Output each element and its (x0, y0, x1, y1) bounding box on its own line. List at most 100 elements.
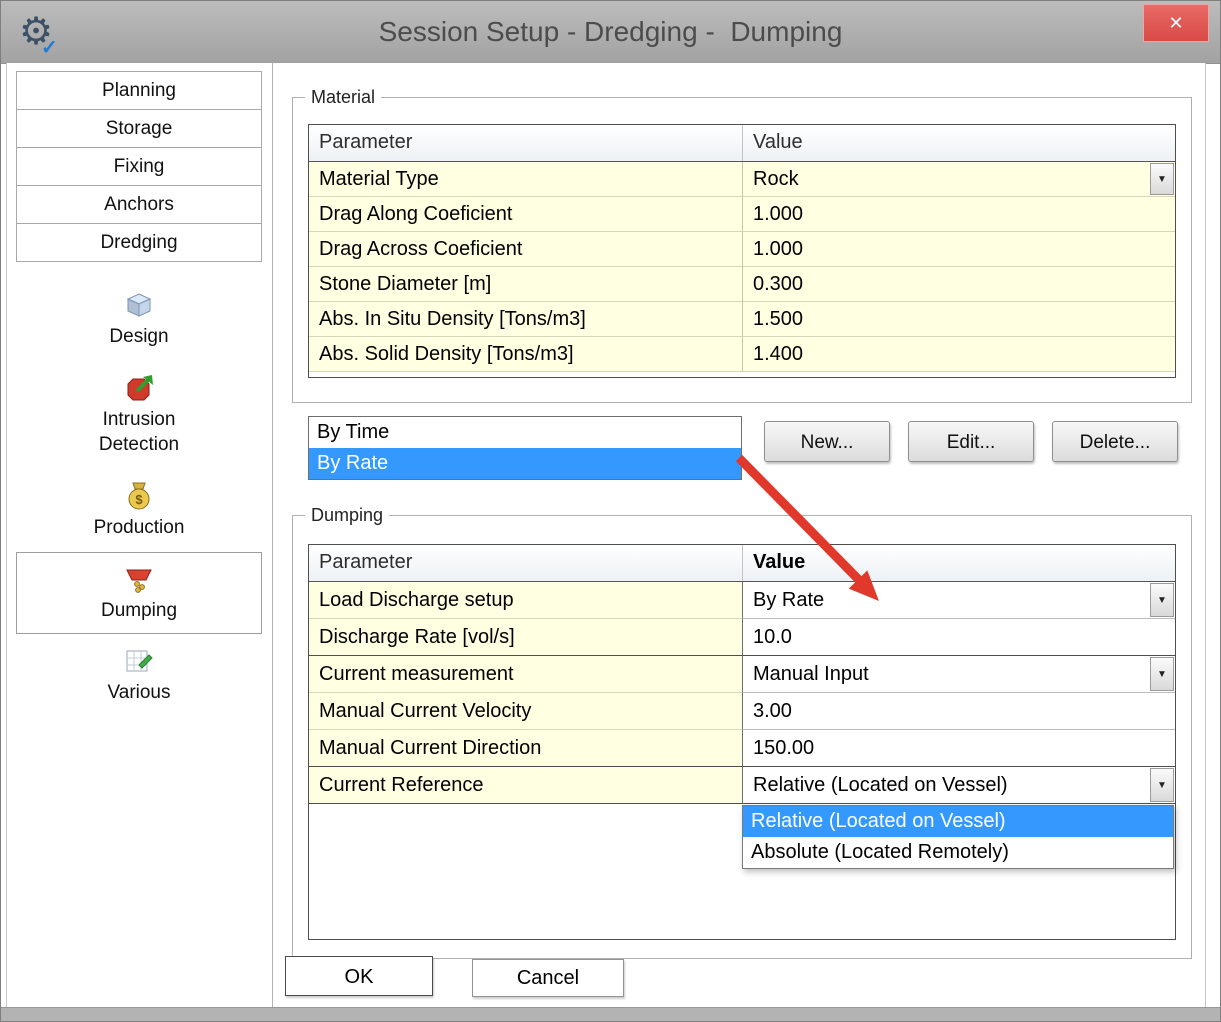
option-absolute-located-remotely[interactable]: Absolute (Located Remotely) (743, 837, 1173, 868)
list-item-by-time[interactable]: By Time (309, 417, 741, 448)
material-group-label: Material (305, 87, 381, 108)
sidebar-item-planning[interactable]: Planning (16, 71, 262, 110)
cancel-button[interactable]: Cancel (472, 959, 624, 997)
table-footer-strip (309, 372, 1175, 377)
dredging-subitems: Design Intrusion Detection (16, 278, 262, 717)
material-table: Parameter Value Material Type Rock ▼ Dra… (308, 124, 1176, 378)
insitu-density-field[interactable]: 1.500 (743, 302, 1175, 337)
table-row: Manual Current Direction 150.00 (309, 730, 1175, 767)
sidebar-item-storage[interactable]: Storage (16, 109, 262, 148)
value-text: By Rate (753, 589, 824, 611)
column-header-parameter: Parameter (309, 125, 743, 161)
param-cell: Abs. Solid Density [Tons/m3] (309, 337, 743, 372)
param-cell: Manual Current Velocity (309, 693, 743, 730)
current-reference-dropdown[interactable]: Relative (Located on Vessel) ▼ (742, 767, 1175, 804)
column-header-parameter: Parameter (309, 545, 743, 581)
drag-across-field[interactable]: 1.000 (743, 232, 1175, 267)
param-cell: Discharge Rate [vol/s] (309, 619, 743, 656)
material-groupbox: Material Parameter Value Material Type R… (292, 97, 1192, 403)
value-text: Manual Input (753, 663, 869, 685)
dumping-groupbox: Dumping Parameter Value Load Discharge s… (292, 515, 1192, 959)
sidebar-item-dumping[interactable]: Dumping (16, 552, 262, 635)
drag-along-field[interactable]: 1.000 (743, 197, 1175, 232)
sidebar-item-various[interactable]: Various (16, 634, 262, 717)
table-row: Load Discharge setup By Rate ▼ (309, 582, 1175, 619)
dropdown-arrow-icon[interactable]: ▼ (1150, 583, 1174, 617)
value-text: Rock (753, 168, 799, 190)
list-item-by-rate[interactable]: By Rate (309, 448, 741, 479)
svg-text:$: $ (135, 492, 143, 507)
dumping-table: Parameter Value Load Discharge setup By … (308, 544, 1176, 940)
table-row: Current measurement Manual Input ▼ (309, 656, 1175, 693)
manual-current-velocity-field[interactable]: 3.00 (742, 693, 1175, 730)
sidebar-item-production[interactable]: $ Production (16, 469, 262, 552)
material-table-header: Parameter Value (309, 125, 1175, 162)
value-text: 150.00 (753, 737, 814, 759)
param-cell: Manual Current Direction (309, 730, 743, 767)
dropdown-arrow-icon[interactable]: ▼ (1150, 657, 1174, 691)
session-setup-window: ⚙✓ Session Setup - Dredging - Dumping ✕ … (0, 0, 1221, 1022)
option-relative-located-on-vessel[interactable]: Relative (Located on Vessel) (743, 806, 1173, 837)
param-cell: Abs. In Situ Density [Tons/m3] (309, 302, 743, 337)
table-row: Material Type Rock ▼ (309, 162, 1175, 197)
param-cell: Drag Across Coeficient (309, 232, 743, 267)
solid-density-field[interactable]: 1.400 (743, 337, 1175, 372)
manual-current-direction-field[interactable]: 150.00 (742, 730, 1175, 767)
param-cell: Material Type (309, 162, 743, 197)
design-cube-icon (125, 290, 153, 320)
dropdown-arrow-icon[interactable]: ▼ (1150, 163, 1174, 195)
current-measurement-dropdown[interactable]: Manual Input ▼ (742, 656, 1175, 693)
new-button[interactable]: New... (764, 421, 890, 462)
sidebar-item-anchors[interactable]: Anchors (16, 185, 262, 224)
sidebar-item-design[interactable]: Design (16, 278, 262, 361)
value-text: 1.400 (753, 343, 803, 365)
table-row: Current Reference Relative (Located on V… (309, 767, 1175, 804)
ok-button[interactable]: OK (285, 956, 433, 996)
window-title: Session Setup - Dredging - Dumping (1, 1, 1220, 63)
dumping-group-label: Dumping (305, 505, 389, 526)
load-discharge-setup-dropdown[interactable]: By Rate ▼ (742, 582, 1175, 619)
sidebar-item-dredging[interactable]: Dredging (16, 223, 262, 262)
titlebar: ⚙✓ Session Setup - Dredging - Dumping ✕ (1, 1, 1220, 64)
table-row: Abs. In Situ Density [Tons/m3] 1.500 (309, 302, 1175, 337)
table-row: Abs. Solid Density [Tons/m3] 1.400 (309, 337, 1175, 372)
discharge-rate-field[interactable]: 10.0 (742, 619, 1175, 656)
param-cell: Current measurement (309, 656, 743, 693)
current-reference-options-list: Relative (Located on Vessel) Absolute (L… (742, 805, 1174, 869)
category-sidebar: Planning Storage Fixing Anchors Dredging… (7, 63, 273, 1007)
window-bottom-edge (1, 1007, 1220, 1021)
discharge-mode-listbox: By Time By Rate (308, 416, 742, 480)
intrusion-detection-icon (124, 373, 154, 403)
table-row: Drag Along Coeficient 1.000 (309, 197, 1175, 232)
dialog-client-area: Planning Storage Fixing Anchors Dredging… (6, 63, 1206, 1008)
table-row: Drag Across Coeficient 1.000 (309, 232, 1175, 267)
dumping-table-header: Parameter Value (309, 545, 1175, 582)
value-text: 1.000 (753, 203, 803, 225)
sidebar-item-label: Design (109, 324, 168, 350)
delete-button[interactable]: Delete... (1052, 421, 1178, 462)
material-type-dropdown[interactable]: Rock ▼ (743, 162, 1175, 197)
close-button[interactable]: ✕ (1143, 4, 1209, 42)
sidebar-item-label: Dumping (101, 598, 177, 624)
table-row: Manual Current Velocity 3.00 (309, 693, 1175, 730)
table-row: Stone Diameter [m] 0.300 (309, 267, 1175, 302)
sidebar-item-intrusion-detection[interactable]: Intrusion Detection (16, 361, 262, 469)
table-row: Discharge Rate [vol/s] 10.0 (309, 619, 1175, 656)
edit-button[interactable]: Edit... (908, 421, 1034, 462)
main-panel: Material Parameter Value Material Type R… (273, 63, 1205, 1007)
various-grid-pencil-icon (124, 646, 154, 676)
stone-diameter-field[interactable]: 0.300 (743, 267, 1175, 302)
param-cell: Current Reference (309, 767, 743, 804)
sidebar-item-label: Various (107, 680, 170, 706)
sidebar-item-fixing[interactable]: Fixing (16, 147, 262, 186)
value-text: 1.000 (753, 238, 803, 260)
value-text: 10.0 (753, 626, 792, 648)
value-text: Relative (Located on Vessel) (753, 774, 1008, 796)
dropdown-arrow-icon[interactable]: ▼ (1150, 768, 1174, 802)
param-cell: Stone Diameter [m] (309, 267, 743, 302)
value-text: 1.500 (753, 308, 803, 330)
column-header-value: Value (743, 125, 1175, 161)
sidebar-item-label: Intrusion Detection (64, 407, 214, 458)
close-icon: ✕ (1168, 13, 1183, 34)
param-cell: Load Discharge setup (309, 582, 743, 619)
